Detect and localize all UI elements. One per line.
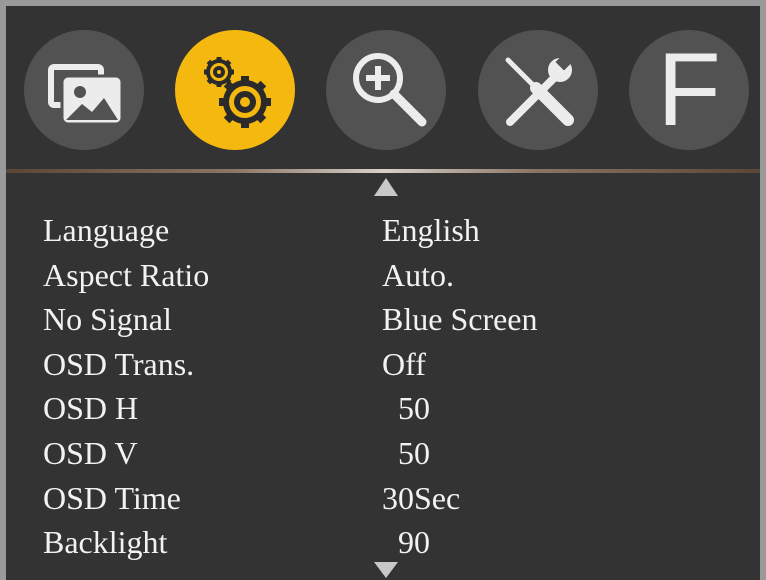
setting-value[interactable]: 50 <box>382 431 430 475</box>
letter-f-icon: F <box>657 32 721 148</box>
setting-osd-trans[interactable]: OSD Trans. Off <box>6 342 760 387</box>
tab-setup[interactable] <box>175 30 295 150</box>
setting-osd-h[interactable]: OSD H 50 <box>6 386 760 431</box>
setting-aspect-ratio[interactable]: Aspect Ratio Auto. <box>6 253 760 298</box>
setting-value[interactable]: English <box>382 208 480 252</box>
setting-label: OSD Time <box>43 479 181 516</box>
setting-osd-v[interactable]: OSD V 50 <box>6 431 760 476</box>
setting-value[interactable]: 30Sec <box>382 476 460 520</box>
setting-backlight[interactable]: Backlight 90 <box>6 520 760 565</box>
zoom-in-icon <box>353 53 427 127</box>
osd-menu-panel: F Language English Aspect Ratio Auto. No… <box>0 0 766 580</box>
tab-tools[interactable] <box>478 30 598 150</box>
triangle-up-icon[interactable] <box>374 178 398 196</box>
setting-osd-time[interactable]: OSD Time 30Sec <box>6 476 760 521</box>
tab-zoom[interactable] <box>326 30 446 150</box>
setting-label: Backlight <box>43 524 168 561</box>
picture-icon <box>48 64 124 126</box>
setting-value[interactable]: 50 <box>382 386 430 430</box>
setting-label: No Signal <box>43 301 172 338</box>
setting-label: OSD Trans. <box>43 345 195 382</box>
settings-list: Language English Aspect Ratio Auto. No S… <box>6 208 760 565</box>
setting-label: OSD V <box>43 434 138 471</box>
tab-bar: F <box>6 6 760 166</box>
setting-label: Aspect Ratio <box>43 256 210 293</box>
setting-value[interactable]: Auto. <box>382 253 454 297</box>
setting-label: Language <box>43 212 170 248</box>
setting-value[interactable]: Off <box>382 342 426 386</box>
setting-value[interactable]: 90 <box>382 520 430 564</box>
setting-value[interactable]: Blue Screen <box>382 297 538 341</box>
screwdriver-wrench-icon <box>505 53 574 126</box>
setting-language[interactable]: Language English <box>6 208 760 253</box>
setting-label: OSD H <box>43 390 139 427</box>
gears-icon <box>204 57 271 128</box>
tab-picture[interactable] <box>24 30 144 150</box>
tab-function[interactable]: F <box>629 30 749 150</box>
setting-no-signal[interactable]: No Signal Blue Screen <box>6 297 760 342</box>
header-divider <box>6 169 760 173</box>
triangle-down-icon[interactable] <box>374 562 398 578</box>
